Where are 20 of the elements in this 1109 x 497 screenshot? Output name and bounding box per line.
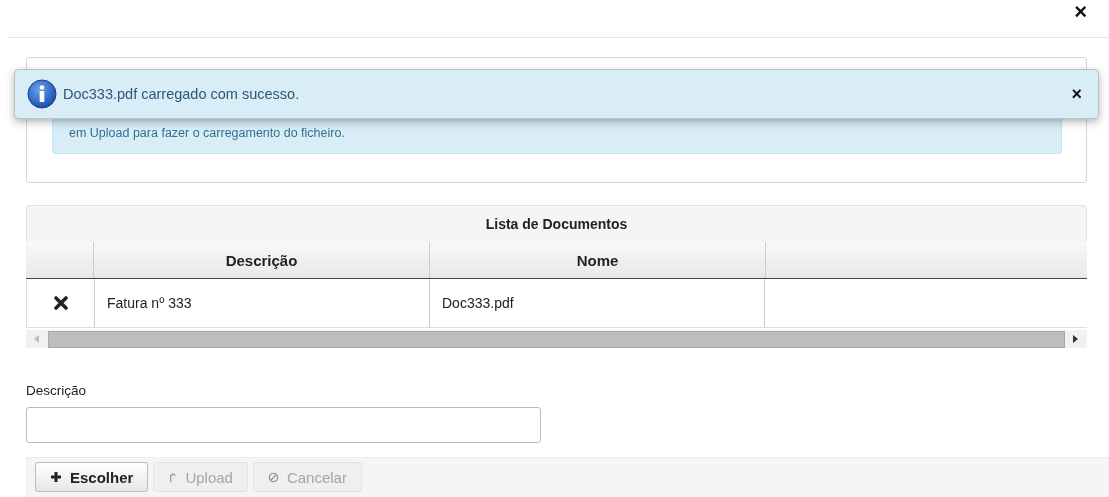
horizontal-scrollbar[interactable] [26, 330, 1087, 348]
cancel-icon [267, 471, 279, 483]
upload-icon [168, 471, 178, 483]
field-label: Descrição [26, 383, 88, 398]
close-button[interactable]: × [1074, 1, 1087, 21]
column-header: Descrição [93, 242, 429, 278]
toast-message: Doc333.pdf carregado com sucesso. [63, 86, 301, 102]
table-title: Lista de Documentos [26, 205, 1087, 242]
scroll-right-icon[interactable] [1073, 335, 1079, 343]
table-cell: Fatura nº 333 [94, 279, 429, 327]
scroll-left-icon[interactable] [34, 335, 40, 343]
delete-icon[interactable] [52, 295, 69, 311]
table-cell: Doc333.pdf [429, 279, 764, 327]
add-button[interactable]: Escolher [35, 462, 149, 492]
description-input[interactable] [26, 407, 541, 443]
column-header: Nome [429, 242, 765, 278]
close-button[interactable]: × [1071, 85, 1082, 103]
info-icon [27, 79, 57, 109]
alert-text: em Upload para fazer o carregamento do ficheiro. [69, 126, 345, 140]
plus-icon [50, 471, 62, 483]
